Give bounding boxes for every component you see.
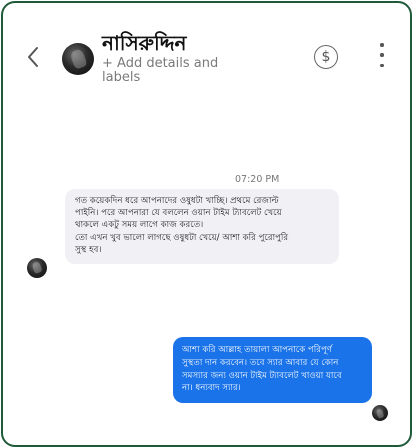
dollar-circle-icon: $ [321, 49, 331, 65]
chat-header: নাসিরুদ্দিন + Add details and labels $ [3, 3, 410, 93]
message-line: আশা করি আল্লাহ তায়ালা আপনাকে পরিপূর্ণ [182, 345, 332, 355]
chat-window: নাসিরুদ্দিন + Add details and labels $ 0… [1, 1, 412, 447]
more-options-button[interactable] [375, 43, 389, 67]
message-line: তো এখন খুব ভালো লাগছে ওষুধটা খেয়ে/ আশা … [75, 232, 289, 243]
message-line: সুস্থতা দান করবেন। তবে স্যার আবার যে কোন [182, 357, 339, 368]
read-receipt-avatar [372, 405, 388, 421]
sender-avatar [27, 258, 47, 278]
add-details-link[interactable]: + Add details and labels [102, 57, 252, 85]
message-line: থাকলে একটু সময় লাগে কাজ করতে। [75, 220, 204, 231]
message-timestamp: 07:20 PM [235, 174, 280, 185]
incoming-message-bubble[interactable]: গত কয়েকদিন ধরে আপনাদের ওষুধটা খাচ্ছি। প… [65, 189, 339, 265]
contact-avatar[interactable] [62, 43, 94, 75]
payment-button[interactable]: $ [314, 45, 338, 69]
outgoing-message-bubble[interactable]: আশা করি আল্লাহ তায়ালা আপনাকে পরিপূর্ণ স… [173, 337, 372, 404]
chevron-left-icon [28, 47, 38, 67]
message-line: সুস্থ হব। [75, 244, 102, 255]
more-vertical-icon [380, 43, 384, 47]
message-line: সমস্যার জন্য ওয়ান টাইম ট্যাবলেট খাওয়া … [182, 370, 342, 381]
message-line: গত কয়েকদিন ধরে আপনাদের ওষুধটা খাচ্ছি। প… [75, 196, 279, 206]
message-line: পাইনি। পরে আপনারা যে বললেন ওয়ান টাইম ট্… [75, 208, 282, 219]
message-line: না। ধন্যবাদ স্যার। [182, 383, 241, 394]
back-button[interactable] [21, 43, 45, 71]
